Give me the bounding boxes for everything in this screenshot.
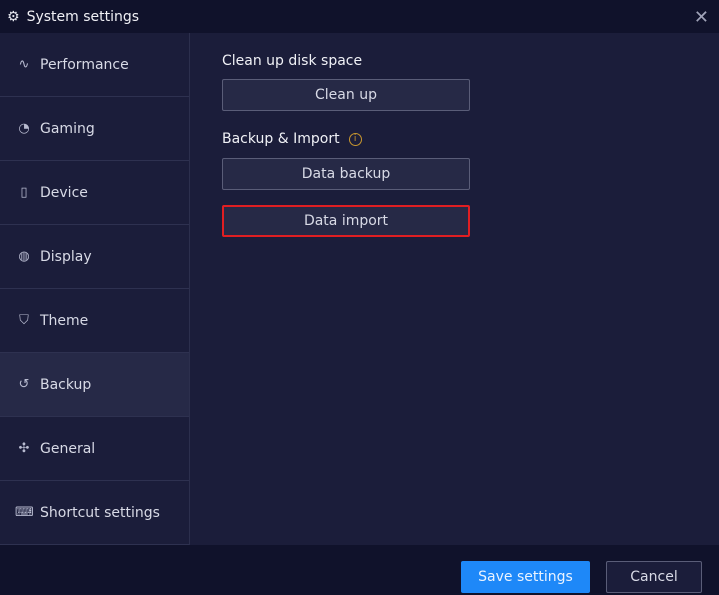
shirt-icon: ⛉	[19, 313, 29, 328]
sidebar: ∿ Performance ◔ Gaming ▯ Device ◍ Display ⛉ T…	[0, 33, 190, 545]
close-icon[interactable]: ✕	[694, 7, 709, 28]
keyboard-icon: ⌨	[15, 505, 34, 520]
pulse-icon: ∿	[18, 57, 30, 72]
sidebar-item-device[interactable]: ▯ Device	[0, 161, 189, 225]
sidebar-item-label: Display	[40, 248, 92, 265]
clean-up-button[interactable]: Clean up	[222, 79, 470, 111]
cancel-button[interactable]: Cancel	[606, 561, 702, 593]
history-icon: ↺	[18, 377, 30, 392]
backup-heading: Backup & Import	[222, 131, 340, 147]
palette-icon: ◍	[18, 249, 30, 264]
window-title: System settings	[26, 8, 140, 25]
sidebar-item-label: General	[40, 440, 96, 457]
sidebar-item-label: Device	[40, 184, 88, 201]
save-settings-button[interactable]: Save settings	[461, 561, 590, 593]
sidebar-item-general[interactable]: ✣ General	[0, 417, 189, 481]
sidebar-item-performance[interactable]: ∿ Performance	[0, 33, 189, 97]
sidebar-item-label: Performance	[40, 56, 129, 73]
puzzle-icon: ✣	[18, 441, 30, 456]
device-icon: ▯	[20, 185, 28, 200]
backup-heading-row: Backup & Import i	[222, 131, 470, 147]
gamepad-icon: ◔	[18, 121, 30, 136]
sidebar-item-label: Shortcut settings	[40, 504, 160, 521]
sidebar-item-label: Backup	[40, 376, 92, 393]
sidebar-item-gaming[interactable]: ◔ Gaming	[0, 97, 189, 161]
sidebar-item-shortcut-settings[interactable]: ⌨ Shortcut settings	[0, 481, 189, 545]
cleanup-heading: Clean up disk space	[222, 53, 363, 69]
main-content: Clean up disk space Clean up Backup & Im…	[222, 33, 470, 237]
data-backup-button[interactable]: Data backup	[222, 158, 470, 190]
gear-icon: ⚙	[7, 8, 20, 25]
sidebar-item-label: Gaming	[40, 120, 95, 137]
sidebar-item-theme[interactable]: ⛉ Theme	[0, 289, 189, 353]
data-import-button[interactable]: Data import	[222, 205, 470, 237]
sidebar-item-display[interactable]: ◍ Display	[0, 225, 189, 289]
sidebar-item-label: Theme	[40, 312, 89, 329]
title-bar: ⚙ System settings ✕	[0, 0, 719, 33]
info-icon[interactable]: i	[348, 132, 362, 146]
sidebar-item-backup[interactable]: ↺ Backup	[0, 353, 189, 417]
